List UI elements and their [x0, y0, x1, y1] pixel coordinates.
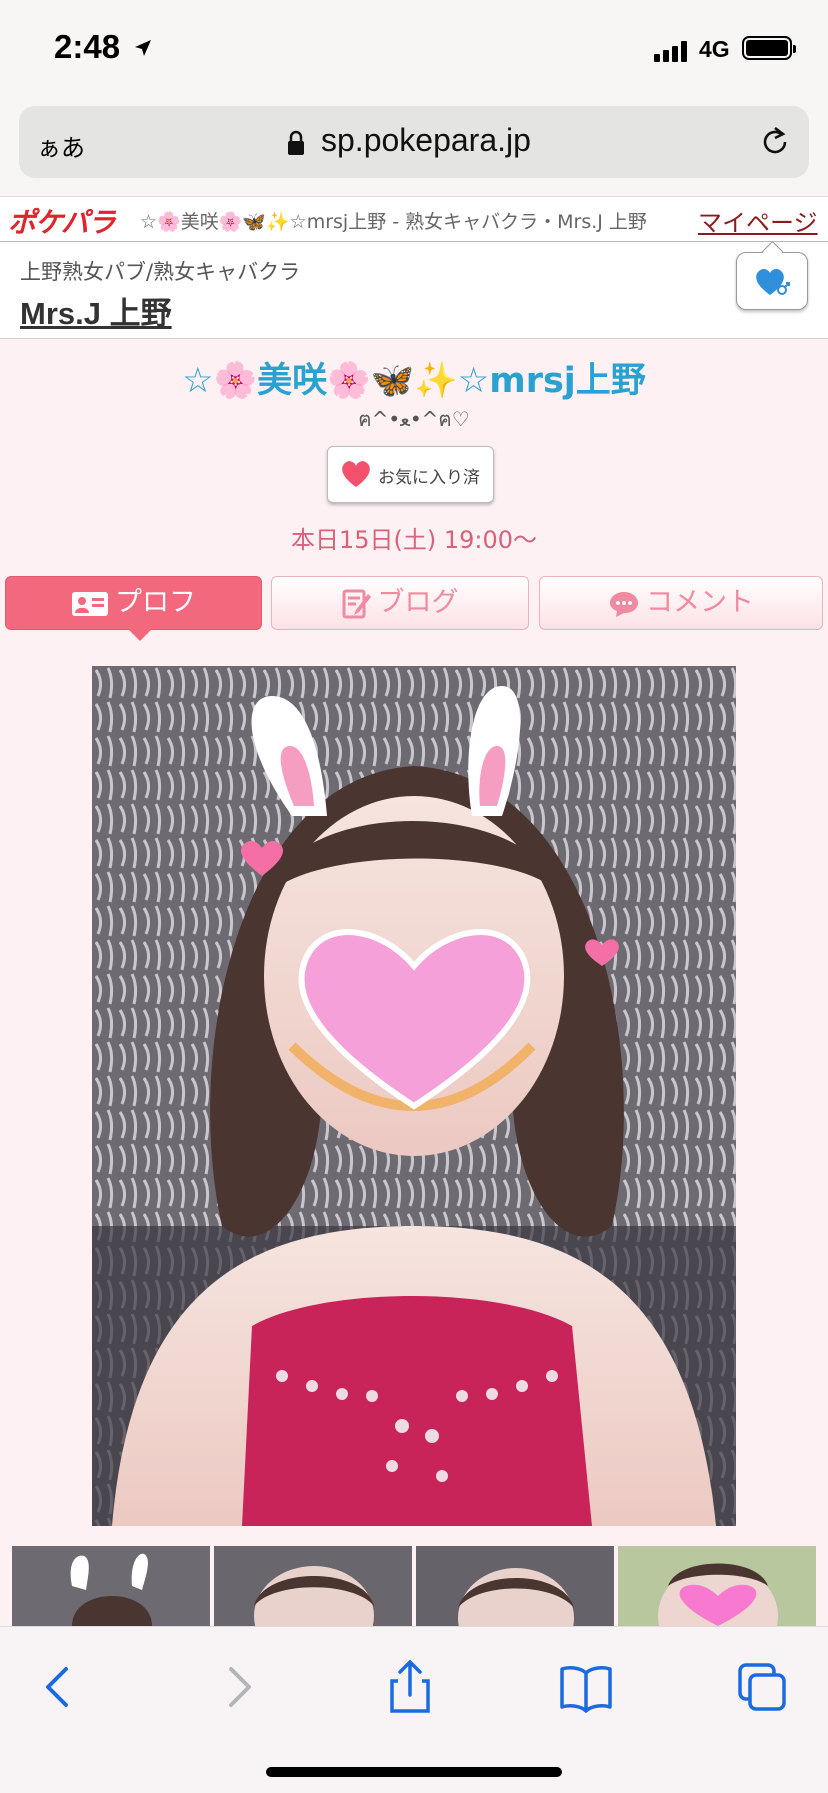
tabs-icon[interactable] [732, 1657, 792, 1717]
text-size-button[interactable]: ぁあ [37, 128, 85, 163]
forward-icon[interactable] [207, 1657, 267, 1717]
thumbnail-image [416, 1546, 614, 1626]
tab-comment-label: コメント [646, 587, 754, 618]
address-bar[interactable]: ぁあ sp.pokepara.jp [19, 106, 809, 178]
heart-male-icon [756, 269, 790, 295]
share-icon[interactable] [380, 1657, 440, 1717]
profile-photo-image [92, 666, 736, 1526]
browser-toolbar [0, 1626, 828, 1793]
shop-header: 上野熟女パブ/熟女キャバクラ Mrs.J 上野 [0, 242, 828, 339]
catchphrase: ฅ^•ﻌ•^ฅ♡ [358, 407, 470, 431]
favorite-girl-button[interactable]: お気に入り済 [327, 446, 494, 503]
heart-icon [342, 461, 370, 487]
thumbnail-image [618, 1546, 816, 1626]
comment-bubble-icon [610, 591, 638, 617]
tab-blog[interactable]: ブログ [271, 576, 529, 630]
shop-category: 上野熟女パブ/熟女キャバクラ [20, 260, 301, 284]
cellular-signal-icon [654, 40, 690, 62]
photo-thumbnail[interactable] [12, 1546, 210, 1626]
status-bar: 2:48 4G [0, 0, 828, 98]
mypage-link[interactable]: マイページ [698, 203, 818, 238]
girl-name: ☆🌸美咲🌸🦋✨☆mrsj上野 [182, 361, 646, 401]
photo-thumbnail[interactable] [214, 1546, 412, 1626]
profile-main-photo[interactable] [92, 666, 736, 1526]
location-arrow-icon [135, 40, 151, 56]
site-header: ポケパラ ☆🌸美咲🌸🦋✨☆mrsj上野 - 熟女キャバクラ・Mrs.J 上野 マ… [0, 196, 828, 243]
tab-comment[interactable]: コメント [539, 576, 823, 630]
blog-edit-icon [342, 589, 371, 618]
network-type: 4G [699, 36, 730, 62]
tab-blog-label: ブログ [377, 587, 459, 618]
favorite-shop-button[interactable] [736, 252, 808, 310]
reload-icon[interactable] [757, 124, 793, 160]
site-logo[interactable]: ポケパラ [8, 201, 116, 241]
favorite-girl-label: お気に入り済 [378, 468, 480, 488]
thumbnail-image [214, 1546, 412, 1626]
tab-profile[interactable]: プロフ [5, 576, 262, 641]
bookmarks-icon[interactable] [556, 1657, 616, 1717]
profile-card-icon [72, 591, 108, 616]
thumbnail-image [12, 1546, 210, 1626]
lock-icon [288, 130, 304, 155]
battery-icon [742, 36, 796, 60]
url-text[interactable]: sp.pokepara.jp [321, 122, 531, 159]
browser-address-area: ぁあ sp.pokepara.jp [0, 98, 828, 196]
tab-profile-label: プロフ [115, 587, 196, 618]
photo-thumbnail[interactable] [618, 1546, 816, 1626]
photo-thumbnail[interactable] [416, 1546, 614, 1626]
shop-name-link[interactable]: Mrs.J 上野 [20, 288, 172, 333]
back-icon[interactable] [30, 1657, 90, 1717]
schedule-text: 本日15日(土) 19:00〜 [290, 526, 538, 554]
page-title: ☆🌸美咲🌸🦋✨☆mrsj上野 - 熟女キャバクラ・Mrs.J 上野 [140, 211, 647, 233]
home-indicator [266, 1767, 562, 1777]
status-time: 2:48 [54, 28, 121, 65]
